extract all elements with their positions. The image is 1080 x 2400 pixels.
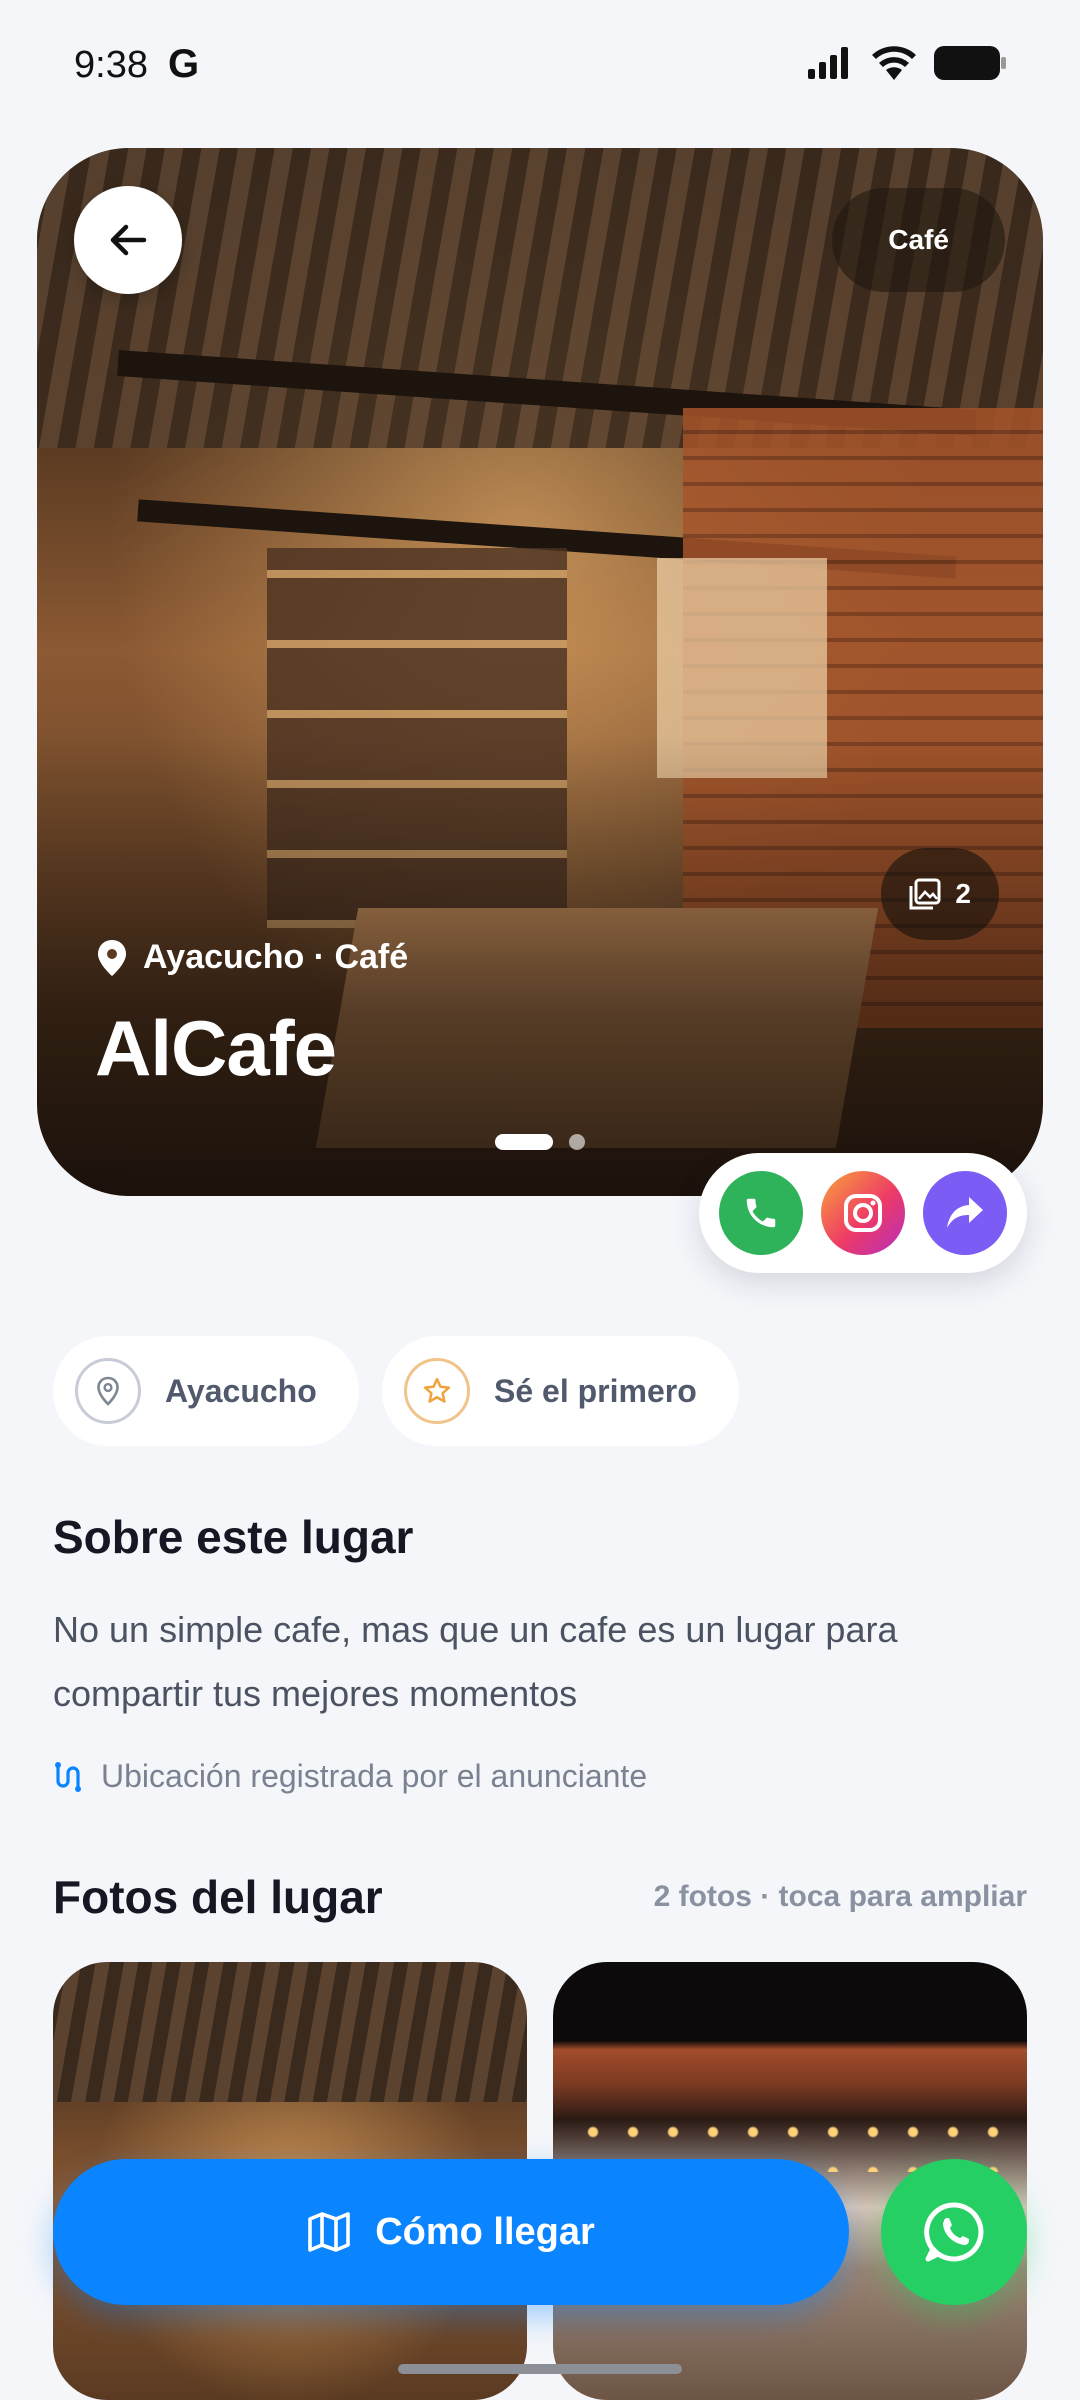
arrow-left-icon — [110, 224, 147, 256]
instagram-icon — [844, 1194, 882, 1232]
map-pin-outline-icon — [97, 1376, 119, 1406]
signal-icon — [808, 47, 848, 79]
whatsapp-button[interactable] — [881, 2159, 1027, 2305]
place-title: AlCafe — [95, 1004, 337, 1092]
rating-chip[interactable]: Sé el primero — [382, 1336, 739, 1446]
google-notification-icon: G — [168, 42, 200, 86]
carousel-dot[interactable] — [569, 1134, 585, 1150]
photo-count-badge[interactable]: 2 — [881, 848, 999, 940]
status-time: 9:38 — [74, 44, 148, 86]
hero-image-carousel[interactable]: Café 2 Ayacucho · Café AlCafe — [37, 148, 1043, 1196]
phone-icon — [746, 1198, 776, 1228]
wifi-icon — [872, 46, 916, 80]
category-badge: Café — [832, 188, 1005, 292]
map-icon — [308, 2212, 350, 2252]
back-button[interactable] — [74, 186, 182, 294]
location-chip-label: Ayacucho — [165, 1372, 317, 1409]
hero-location-text: Ayacucho · Café — [143, 938, 409, 976]
instagram-button[interactable] — [821, 1171, 905, 1255]
rating-chip-label: Sé el primero — [494, 1372, 697, 1409]
location-chip[interactable]: Ayacucho — [53, 1336, 359, 1446]
photos-section-title: Fotos del lugar — [53, 1871, 383, 1923]
location-note: Ubicación registrada por el anunciante — [53, 1758, 647, 1795]
status-bar: 9:38 G — [0, 0, 1080, 130]
route-icon — [55, 1761, 81, 1792]
carousel-dot-active[interactable] — [495, 1134, 553, 1150]
share-icon — [947, 1197, 983, 1228]
share-button[interactable] — [923, 1171, 1007, 1255]
contact-actions — [699, 1153, 1027, 1273]
location-note-text: Ubicación registrada por el anunciante — [101, 1758, 648, 1794]
chip-star-icon-wrap — [404, 1358, 470, 1424]
about-title: Sobre este lugar — [53, 1511, 414, 1563]
map-pin-icon — [98, 939, 126, 976]
star-icon — [423, 1377, 451, 1403]
photos-hint: 2 fotos · toca para ampliar — [653, 1880, 1027, 1913]
directions-label: Cómo llegar — [375, 2210, 595, 2253]
battery-icon — [934, 46, 1006, 80]
about-description: No un simple cafe, mas que un cafe es un… — [53, 1609, 898, 1714]
carousel-indicator — [495, 1134, 585, 1150]
home-indicator[interactable] — [398, 2364, 682, 2374]
call-button[interactable] — [719, 1171, 803, 1255]
status-icons — [808, 46, 1006, 80]
directions-button[interactable]: Cómo llegar — [53, 2159, 849, 2305]
hero-location: Ayacucho · Café — [97, 938, 408, 977]
photo-count-value: 2 — [955, 878, 971, 909]
chip-location-icon-wrap — [75, 1358, 141, 1424]
place-detail-screen: 9:38 G Café 2 Ayacucho · Café AlCafe Aya… — [0, 0, 1080, 2400]
gallery-icon — [909, 878, 941, 910]
whatsapp-icon — [924, 2202, 984, 2262]
